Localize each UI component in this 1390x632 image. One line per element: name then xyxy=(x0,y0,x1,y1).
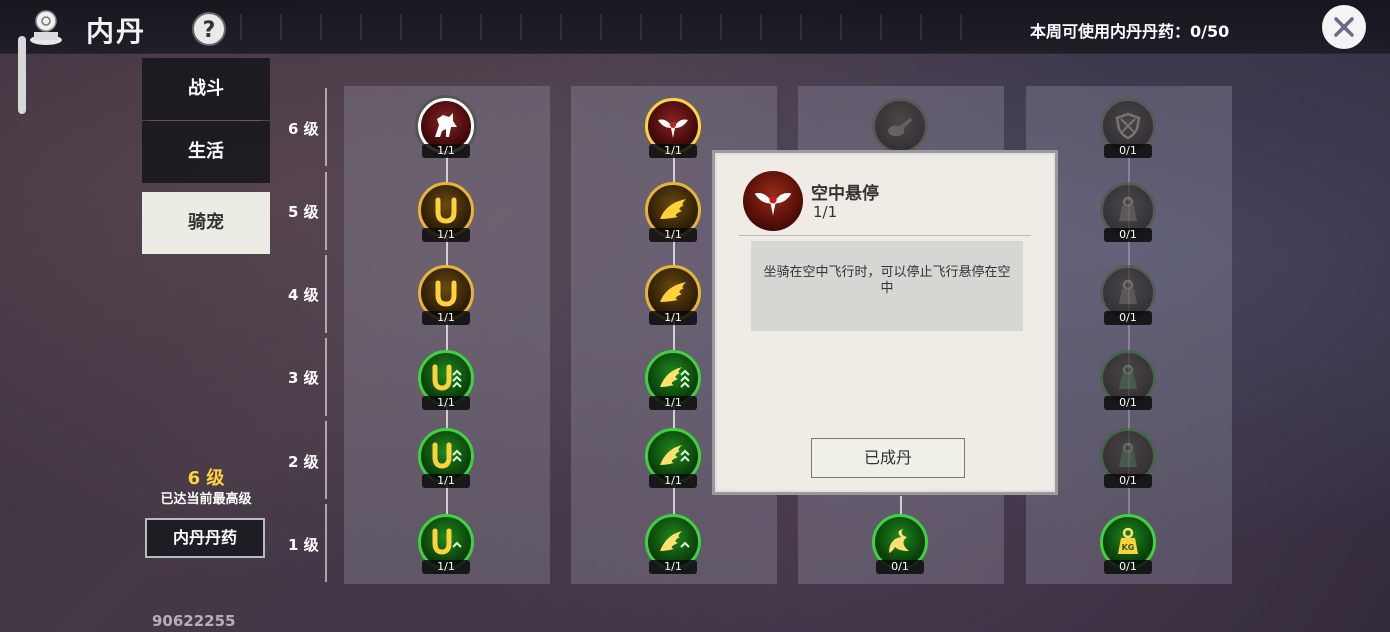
skill-node-locked[interactable]: 0/1 xyxy=(1098,428,1158,490)
skill-detail-popup: 空中悬停 1/1 坐骑在空中飞行时，可以停止飞行悬停在空中 已成丹 xyxy=(712,150,1058,495)
skill-node[interactable]: 0/1 xyxy=(870,514,930,576)
node-count: 0/1 xyxy=(1104,311,1152,325)
page-title: 内丹 xyxy=(86,15,147,48)
axis-segment xyxy=(325,172,327,250)
node-count: 1/1 xyxy=(422,474,470,488)
skill-node[interactable]: 1/1 xyxy=(416,98,476,160)
neidan-medicine-button[interactable]: 内丹丹药 xyxy=(145,518,265,558)
close-button[interactable] xyxy=(1322,5,1366,49)
node-count: 1/1 xyxy=(649,311,697,325)
current-level: 6 级 xyxy=(187,468,225,489)
node-count: 0/1 xyxy=(1104,396,1152,410)
skill-node-locked[interactable]: 0/1 xyxy=(1098,182,1158,244)
level-label-5: 5 级 xyxy=(288,203,319,221)
node-count: 1/1 xyxy=(422,228,470,242)
category-sidebar: 战斗 生活 骑宠 xyxy=(142,58,270,254)
skill-node[interactable]: 1/1 xyxy=(643,350,703,412)
skill-node[interactable]: 1/1 xyxy=(643,514,703,576)
skill-node[interactable]: 1/1 xyxy=(416,514,476,576)
node-count: 1/1 xyxy=(422,560,470,574)
node-count: 0/1 xyxy=(876,560,924,574)
node-count: 0/1 xyxy=(1104,560,1152,574)
axis-segment xyxy=(325,88,327,166)
player-id: 90622255 xyxy=(152,612,236,630)
completed-button[interactable]: 已成丹 xyxy=(811,438,965,478)
popup-divider xyxy=(739,235,1031,236)
tab-mount-pet[interactable]: 骑宠 xyxy=(142,192,270,254)
axis-segment xyxy=(325,421,327,499)
axis-segment xyxy=(325,255,327,333)
node-count: 0/1 xyxy=(1104,144,1152,158)
node-count: 1/1 xyxy=(649,560,697,574)
skill-node[interactable]: 1/1 xyxy=(416,350,476,412)
top-bar: 内丹 ? 本周可使用内丹丹药：0/50 xyxy=(0,0,1390,54)
neidan-icon xyxy=(30,10,62,45)
axis-segment xyxy=(325,338,327,416)
skill-count: 1/1 xyxy=(813,203,838,221)
scroll-handle[interactable] xyxy=(18,36,26,114)
svg-text:KG: KG xyxy=(1122,543,1135,552)
winged-emblem-icon xyxy=(743,171,803,231)
level-label-6: 6 级 xyxy=(288,120,319,138)
skill-node-selected[interactable]: 1/1 xyxy=(643,98,703,160)
skill-node-locked[interactable]: 0/1 xyxy=(1098,98,1158,160)
node-count: 1/1 xyxy=(649,144,697,158)
node-count: 1/1 xyxy=(422,396,470,410)
tab-combat[interactable]: 战斗 xyxy=(142,58,270,120)
level-label-3: 3 级 xyxy=(288,369,319,387)
skill-node[interactable]: KG 0/1 xyxy=(1098,514,1158,576)
node-count: 1/1 xyxy=(422,144,470,158)
level-status: 已达当前最高级 xyxy=(160,492,252,507)
topbar-pattern xyxy=(240,14,1000,40)
skill-node-locked[interactable]: 0/1 xyxy=(1098,265,1158,327)
node-count: 0/1 xyxy=(1104,474,1152,488)
skill-column-horseshoe: 1/1 1/1 1/1 1/1 1/1 1/1 xyxy=(344,86,550,584)
level-label-4: 4 级 xyxy=(288,286,319,304)
node-count: 1/1 xyxy=(649,474,697,488)
skill-node[interactable]: 1/1 xyxy=(643,182,703,244)
node-count: 1/1 xyxy=(422,311,470,325)
skill-node[interactable]: 1/1 xyxy=(416,265,476,327)
node-count: 0/1 xyxy=(1104,228,1152,242)
node-count: 1/1 xyxy=(649,396,697,410)
skill-node[interactable]: 1/1 xyxy=(416,182,476,244)
axis-segment xyxy=(325,504,327,582)
skill-description: 坐骑在空中飞行时，可以停止飞行悬停在空中 xyxy=(751,241,1023,331)
help-button[interactable]: ? xyxy=(192,12,226,46)
skill-node[interactable]: 1/1 xyxy=(416,428,476,490)
skill-node-locked[interactable]: 0/1 xyxy=(1098,350,1158,412)
weekly-usage-label: 本周可使用内丹丹药：0/50 xyxy=(1030,22,1230,41)
node-count: 1/1 xyxy=(649,228,697,242)
skill-node[interactable]: 1/1 xyxy=(643,265,703,327)
level-label-2: 2 级 xyxy=(288,453,319,471)
level-label-1: 1 级 xyxy=(288,536,319,554)
skill-node[interactable]: 1/1 xyxy=(643,428,703,490)
skill-name: 空中悬停 xyxy=(811,184,879,204)
close-icon xyxy=(1334,17,1354,37)
tab-life[interactable]: 生活 xyxy=(142,121,270,183)
pipe-icon xyxy=(872,98,928,154)
